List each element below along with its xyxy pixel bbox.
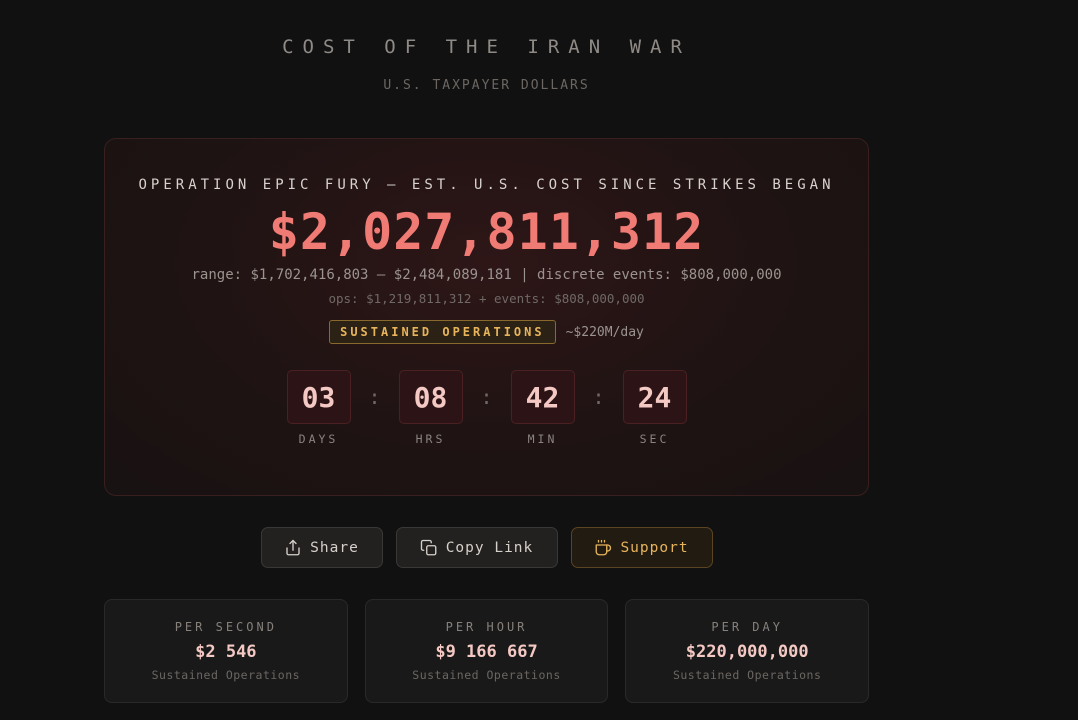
cost-range-text: range: $1,702,416,803 – $2,484,089,181 |… <box>191 267 782 283</box>
timer-seconds-label: SEC <box>639 432 670 446</box>
stat-subtitle: Sustained Operations <box>151 668 301 682</box>
support-button-label: Support <box>620 539 689 556</box>
timer-hours-value: 08 <box>398 370 463 424</box>
stat-per-hour: PER HOUR $9 166 667 Sustained Operations <box>364 599 609 703</box>
timer-days-value: 03 <box>286 370 351 424</box>
timer-days: 03 DAYS <box>286 370 351 446</box>
timer-hours-label: HRS <box>415 432 446 446</box>
timer-seconds: 24 SEC <box>622 370 687 446</box>
status-badge: SUSTAINED OPERATIONS <box>329 320 556 344</box>
stat-label: PER SECOND <box>174 620 277 634</box>
share-button-label: Share <box>310 539 359 556</box>
header: COST OF THE IRAN WAR U.S. TAXPAYER DOLLA… <box>104 36 869 93</box>
page-title: COST OF THE IRAN WAR <box>282 36 691 58</box>
stat-label: PER DAY <box>711 620 783 634</box>
rate-stats: PER SECOND $2 546 Sustained Operations P… <box>104 599 870 703</box>
stat-subtitle: Sustained Operations <box>412 668 561 682</box>
stat-per-day: PER DAY $220,000,000 Sustained Operation… <box>625 599 870 703</box>
share-icon <box>286 539 300 555</box>
timer-minutes: 42 MIN <box>510 370 575 446</box>
stat-per-second: PER SECOND $2 546 Sustained Operations <box>104 599 348 703</box>
elapsed-timer: 03 DAYS : 08 HRS : 42 MIN : 24 SEC <box>105 370 868 446</box>
timer-seconds-value: 24 <box>622 370 687 424</box>
timer-separator: : <box>480 385 493 409</box>
timer-minutes-label: MIN <box>527 432 558 446</box>
stat-label: PER HOUR <box>445 620 528 634</box>
support-button[interactable]: Support <box>570 527 713 568</box>
status-row: SUSTAINED OPERATIONS ~$220M/day <box>105 320 868 344</box>
ops-breakdown-text: ops: $1,219,811,312 + events: $808,000,0… <box>328 291 645 306</box>
copy-link-button[interactable]: Copy Link <box>395 527 558 568</box>
daily-rate: ~$220M/day <box>565 324 644 340</box>
share-button[interactable]: Share <box>260 527 383 568</box>
stat-subtitle: Sustained Operations <box>672 668 822 682</box>
page-subtitle: U.S. TAXPAYER DOLLARS <box>383 78 590 93</box>
cost-card: OPERATION EPIC FURY — EST. U.S. COST SIN… <box>104 138 869 496</box>
operation-label: OPERATION EPIC FURY — EST. U.S. COST SIN… <box>138 177 835 193</box>
timer-hours: 08 HRS <box>398 370 463 446</box>
timer-minutes-value: 42 <box>510 370 575 424</box>
stat-value: $220,000,000 <box>685 642 809 662</box>
copy-icon <box>420 539 437 555</box>
timer-days-label: DAYS <box>298 432 339 446</box>
action-bar: Share Copy Link Support <box>0 527 973 568</box>
stat-value: $2 546 <box>195 642 257 662</box>
copy-link-button-label: Copy Link <box>445 539 534 556</box>
timer-separator: : <box>368 385 381 409</box>
stat-value: $9 166 667 <box>435 642 538 662</box>
coffee-cup-icon <box>596 539 612 555</box>
timer-separator: : <box>592 385 605 409</box>
total-cost-amount: $2,027,811,312 <box>268 203 705 261</box>
page: COST OF THE IRAN WAR U.S. TAXPAYER DOLLA… <box>0 0 1078 720</box>
